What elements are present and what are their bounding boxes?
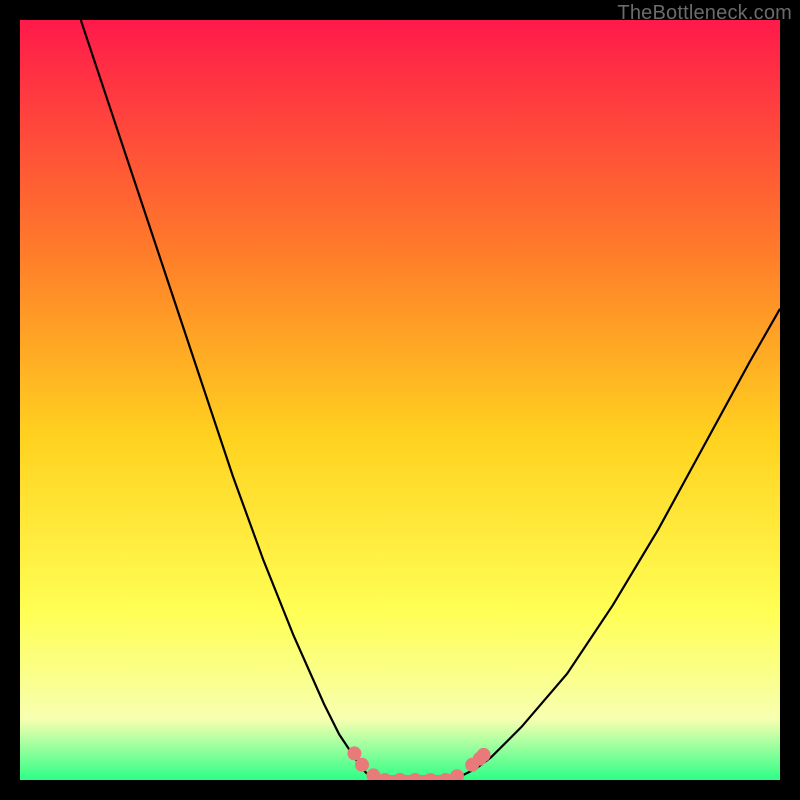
valley-marker xyxy=(355,758,369,772)
watermark-label: TheBottleneck.com xyxy=(617,2,792,25)
valley-marker xyxy=(347,746,361,760)
bottleneck-chart xyxy=(20,20,780,780)
gradient-background xyxy=(20,20,780,780)
chart-frame: TheBottleneck.com xyxy=(0,0,800,800)
valley-marker xyxy=(477,748,491,762)
